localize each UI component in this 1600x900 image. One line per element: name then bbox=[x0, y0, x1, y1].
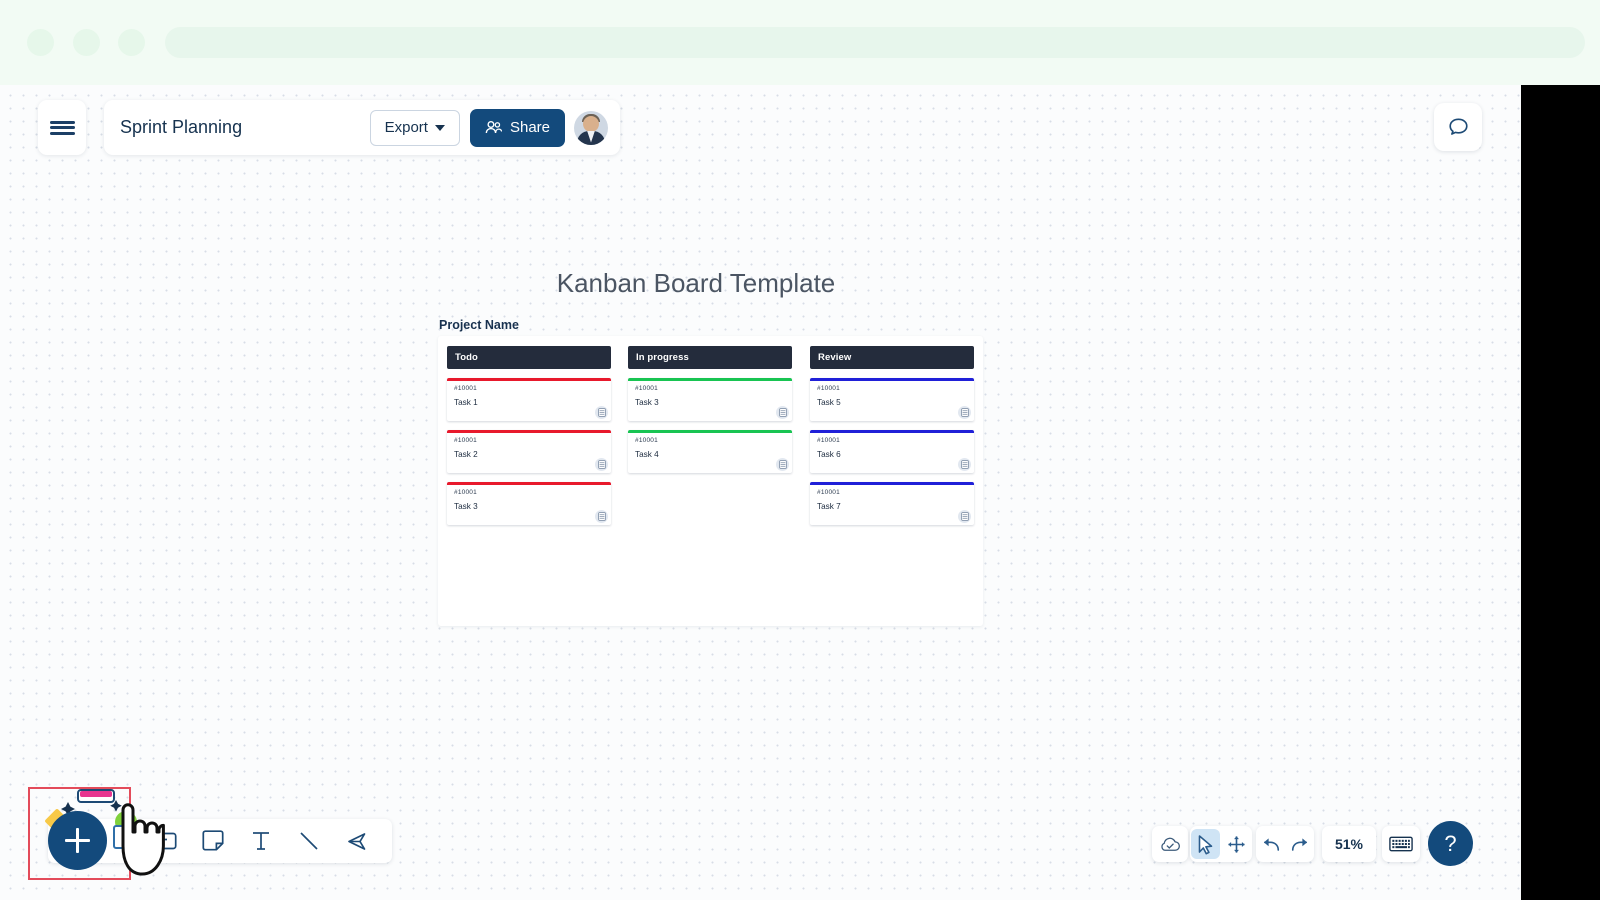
browser-dot-maximize bbox=[118, 29, 145, 56]
kanban-card[interactable]: #10001 Task 2 bbox=[447, 430, 611, 473]
history-group bbox=[1256, 826, 1314, 862]
people-icon bbox=[485, 121, 502, 134]
chat-bubble-icon bbox=[1448, 118, 1468, 135]
database-icon bbox=[595, 458, 608, 471]
column-header: In progress bbox=[628, 346, 792, 369]
hand-cursor bbox=[121, 803, 165, 876]
document-title[interactable]: Sprint Planning bbox=[120, 117, 370, 138]
kanban-column-todo: Todo #10001 Task 1 #10001 Task 2 #10001 … bbox=[447, 346, 611, 525]
document-toolbar: Sprint Planning Export Share bbox=[104, 100, 620, 155]
database-icon bbox=[958, 510, 971, 523]
export-label: Export bbox=[384, 119, 428, 136]
right-black-band bbox=[1521, 85, 1600, 900]
hamburger-icon bbox=[49, 118, 75, 137]
project-name-label: Project Name bbox=[439, 318, 519, 332]
card-ticket-id: #10001 bbox=[817, 385, 840, 392]
card-ticket-id: #10001 bbox=[454, 489, 477, 496]
card-title: Task 3 bbox=[635, 398, 659, 407]
keyboard-icon bbox=[1389, 836, 1413, 852]
column-header: Todo bbox=[447, 346, 611, 369]
kanban-column-in-progress: In progress #10001 Task 3 #10001 Task 4 bbox=[628, 346, 792, 473]
kanban-card[interactable]: #10001 Task 3 bbox=[628, 378, 792, 421]
share-label: Share bbox=[509, 119, 550, 136]
card-title: Task 2 bbox=[454, 450, 478, 459]
avatar[interactable] bbox=[574, 110, 608, 145]
database-icon bbox=[776, 406, 789, 419]
card-title: Task 3 bbox=[454, 502, 478, 511]
card-title: Task 4 bbox=[635, 450, 659, 459]
zoom-level-control[interactable]: 51% bbox=[1322, 826, 1376, 862]
comments-button[interactable] bbox=[1434, 103, 1482, 151]
kanban-card[interactable]: #10001 Task 7 bbox=[810, 482, 974, 525]
card-ticket-id: #10001 bbox=[635, 385, 658, 392]
kanban-card[interactable]: #10001 Task 5 bbox=[810, 378, 974, 421]
zoom-level-label: 51% bbox=[1334, 836, 1364, 852]
card-title: Task 5 bbox=[817, 398, 841, 407]
database-icon bbox=[595, 510, 608, 523]
help-label: ? bbox=[1444, 830, 1457, 856]
browser-url-bar[interactable] bbox=[165, 27, 1585, 58]
card-title: Task 6 bbox=[817, 450, 841, 459]
database-icon bbox=[595, 406, 608, 419]
kanban-card[interactable]: #10001 Task 6 bbox=[810, 430, 974, 473]
sticky-note-icon[interactable] bbox=[200, 828, 226, 854]
kanban-column-review: Review #10001 Task 5 #10001 Task 6 #1000… bbox=[810, 346, 974, 525]
kanban-board: Todo #10001 Task 1 #10001 Task 2 #10001 … bbox=[438, 336, 983, 626]
board-heading: Kanban Board Template bbox=[556, 268, 836, 298]
card-ticket-id: #10001 bbox=[817, 437, 840, 444]
text-icon[interactable] bbox=[248, 828, 274, 854]
database-icon bbox=[958, 458, 971, 471]
browser-chrome bbox=[0, 0, 1600, 85]
kanban-card[interactable]: #10001 Task 3 bbox=[447, 482, 611, 525]
card-title: Task 1 bbox=[454, 398, 478, 407]
card-ticket-id: #10001 bbox=[454, 437, 477, 444]
card-ticket-id: #10001 bbox=[635, 437, 658, 444]
export-button[interactable]: Export bbox=[369, 109, 460, 146]
database-icon bbox=[776, 458, 789, 471]
line-icon[interactable] bbox=[296, 828, 322, 854]
help-button[interactable]: ? bbox=[1428, 821, 1473, 866]
column-header: Review bbox=[810, 346, 974, 369]
keyboard-shortcuts-button[interactable] bbox=[1382, 826, 1420, 862]
database-icon bbox=[958, 406, 971, 419]
save-status-group bbox=[1152, 826, 1188, 862]
card-ticket-id: #10001 bbox=[454, 385, 477, 392]
cloud-check-icon[interactable] bbox=[1155, 829, 1186, 859]
cursor-arrow-icon[interactable] bbox=[1191, 829, 1220, 859]
kanban-card[interactable]: #10001 Task 4 bbox=[628, 430, 792, 473]
browser-dot-close bbox=[27, 29, 54, 56]
browser-dot-minimize bbox=[73, 29, 100, 56]
pen-icon[interactable] bbox=[344, 828, 370, 854]
redo-icon[interactable] bbox=[1286, 829, 1313, 859]
pointer-tools-group bbox=[1190, 826, 1252, 862]
add-button[interactable] bbox=[48, 811, 107, 870]
kanban-card[interactable]: #10001 Task 1 bbox=[447, 378, 611, 421]
move-icon[interactable] bbox=[1222, 829, 1251, 859]
card-ticket-id: #10001 bbox=[817, 489, 840, 496]
chevron-down-icon bbox=[434, 124, 445, 131]
card-title: Task 7 bbox=[817, 502, 841, 511]
app-root: Sprint Planning Export Share Kanban Boar… bbox=[0, 0, 1600, 900]
share-button[interactable]: Share bbox=[469, 108, 565, 147]
menu-button[interactable] bbox=[38, 100, 86, 155]
undo-icon[interactable] bbox=[1257, 829, 1284, 859]
